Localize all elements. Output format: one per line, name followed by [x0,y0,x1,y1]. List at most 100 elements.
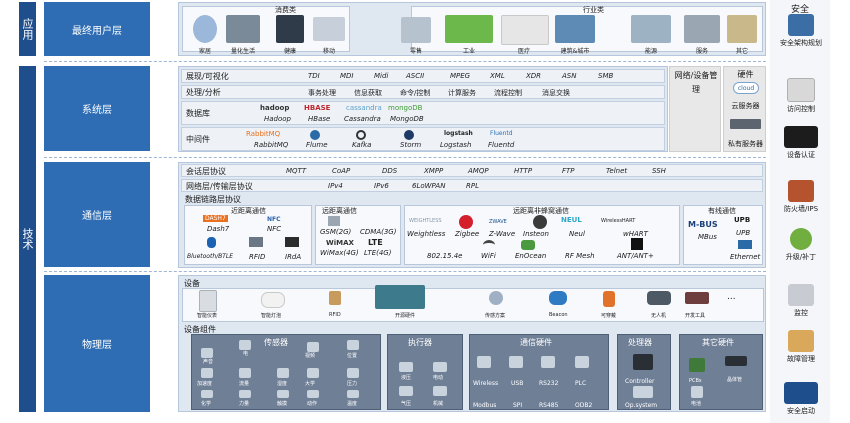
storm-icon [404,130,414,140]
sensor-label: 湿度 [277,381,288,387]
format-item: XML [490,72,505,80]
system-row-processing: 处理/分析 事务处理 信息获取 命令/控制 计算服务 流程控制 消息交换 [181,85,665,99]
end-user-item: 服务 [695,48,708,55]
os-icon [633,386,653,398]
rfid-tag-icon [329,291,341,305]
energy-icon [631,15,671,43]
row-label: 中间件 [186,135,210,144]
security-item-auth: 设备认证 [772,126,830,160]
actuator-thumb [433,362,447,372]
security-item-secure-boot: 安全启动 [772,382,830,416]
security-item-upgrade: 升级/补丁 [772,228,830,262]
system-panel: 展现/可视化 TDI MDI Midi ASCII MPEG XML XDR A… [178,66,668,152]
protocol-item: Telnet [606,167,628,175]
end-user-item: 零售 [409,48,422,55]
middleware-item: Fluentd [488,141,515,149]
network-protocol-row: 网络层/传输层协议 IPv4 IPv6 6LoWPAN RPL [181,179,763,192]
gsm-label: GSM(2G) [320,228,352,236]
hardware-box: 硬件 cloud 云服务器 私有服务器 [723,66,766,152]
comm-hw-thumb [575,356,589,368]
physical-layer-label: 物理层 [44,275,150,412]
end-user-panel: 消费类 行业类 家居 量化生活 健康 移动 零售 工业 医疗 建筑&城市 能源 … [178,2,766,56]
processor-chip-icon [633,354,653,370]
quantified-life-icon [226,15,260,43]
pcb-icon [689,358,705,372]
comm-hw-label: USB [511,380,524,387]
neul-label: Neul [569,230,585,238]
format-item: Midi [374,72,389,80]
far-field-box: 远距离通信 GSM(2G) CDMA(3G) WiMAX WiMax(4G) L… [315,205,401,265]
format-item: TDI [308,72,320,80]
near-field-title: 近距离通信 [231,207,266,215]
wimax-label: WiMax(4G) [320,249,359,257]
bluetooth-icon [207,237,216,248]
insteon-label: Insteon [523,230,549,238]
comm-hw-label: PLC [575,380,587,387]
sensor-thumb [201,348,213,358]
mbus-logo: M-BUS [688,220,718,229]
consumer-title: 消费类 [275,6,296,14]
security-item-label: 监控 [794,309,808,317]
comm-panel: 会话层协议 MQTT CoAP DDS XMPP AMQP HTTP FTP T… [178,162,766,268]
dev-tools-icon [685,292,709,304]
format-item: SMB [598,72,614,80]
weightless-logo: WEIGHTLESS [409,218,442,224]
industry-title: 行业类 [583,6,604,14]
city-icon [555,15,595,43]
dash7-logo: DASH7 [203,215,228,222]
device-auth-icon [784,126,818,148]
sensors-title: 传感器 [264,338,288,347]
security-item-label: 安全架构规划 [780,39,822,47]
comm-hw-label: ODB2 [575,402,593,409]
fault-mgmt-icon [788,330,814,352]
sensor-thumb [201,368,213,378]
sensor-label: 温度 [347,401,358,407]
app-side-label-text: 应用 [21,18,34,40]
enocean-label: EnOcean [515,252,547,260]
session-protocol-row: 会话层协议 MQTT CoAP DDS XMPP AMQP HTTP FTP T… [181,164,763,177]
device-label: 开发工具 [685,313,706,319]
app-side-label: 应用 [19,2,36,56]
sensor-thumb [239,390,251,398]
actuator-label: 机械 [433,401,444,407]
device-label: 智能灯泡 [261,313,282,319]
protocol-item: SSH [652,167,666,175]
protocol-item: AMQP [468,167,489,175]
process-item: 事务处理 [308,89,336,97]
security-item-access: 访问控制 [772,78,830,114]
db-item: HBase [308,115,331,123]
security-item-firewall: 防火墙/IPS [772,180,830,214]
neul-logo: NEUL [561,216,582,224]
mobile-car-icon [313,17,345,41]
logstash-logo: logstash [444,130,473,137]
sensor-label: 视频 [305,353,316,359]
smart-meter-icon [199,290,217,312]
tech-side-label-text: 技术 [21,228,34,250]
protocol-item: DDS [382,167,398,175]
end-user-item: 移动 [322,48,335,55]
sensor-thumb [277,390,289,398]
other-hardware-title: 其它硬件 [702,338,734,347]
device-label: Beacon [549,312,568,318]
dash7-label: Dash7 [207,225,230,233]
sensor-thumb [277,368,289,378]
db-item: Hadoop [264,115,292,123]
middleware-item: Storm [400,141,422,149]
device-label: 开源硬件 [395,313,416,319]
middleware-item: RabbitMQ [254,141,289,149]
sensor-thumb [239,368,251,378]
row-label: 数据库 [186,109,210,118]
sensor-label: 力量 [239,401,250,407]
security-item-label: 设备认证 [787,151,815,159]
protocol-item: XMPP [424,167,444,175]
middleware-item: Logstash [440,141,472,149]
open-hardware-icon [375,285,425,309]
security-item-label: 安全启动 [787,407,815,415]
zwave-label: Z-Wave [489,230,516,238]
system-row-middleware: 中间件 RabbitMQ RabbitMQ Flume Kafka Storm … [181,127,665,151]
comm-hw-label: RS232 [539,380,559,387]
sensor-label: 电 [243,351,249,357]
comm-hw-label: RS485 [539,402,559,409]
fluentd-logo: Fluentd [490,130,513,137]
rfid-label: RFID [249,253,266,261]
